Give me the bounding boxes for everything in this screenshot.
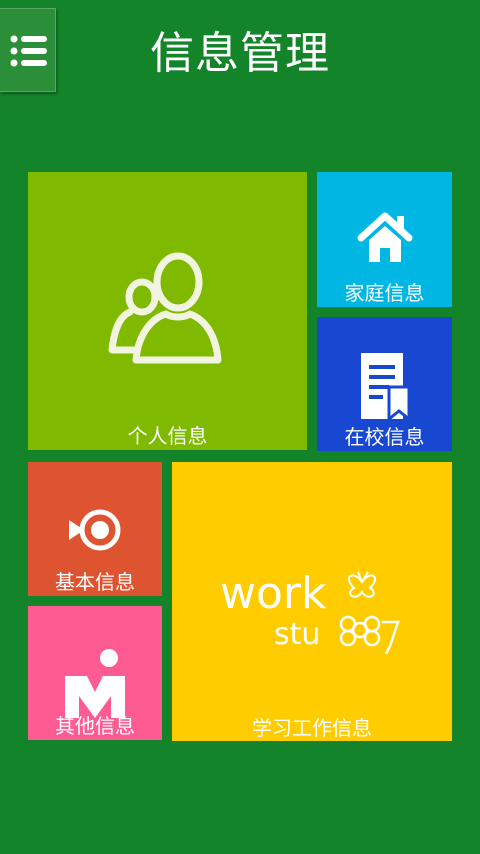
- tile-basic-info[interactable]: 基本信息: [28, 462, 162, 596]
- butterfly-icon: [348, 571, 376, 598]
- tile-study-work-info[interactable]: work stu 学习工作信息: [172, 462, 452, 741]
- logo-text-work: work: [220, 568, 327, 619]
- document-bookmark-icon: [361, 353, 411, 421]
- target-arrow-icon: [69, 509, 121, 551]
- tile-school-info[interactable]: 在校信息: [317, 317, 452, 451]
- tile-family-info[interactable]: 家庭信息: [317, 172, 452, 307]
- tile-personal-info[interactable]: 个人信息: [28, 172, 307, 450]
- user-m-icon: [65, 649, 125, 718]
- tile-label: 基本信息: [55, 570, 135, 594]
- tile-label: 家庭信息: [344, 281, 425, 305]
- work-study-logo: work stu: [220, 568, 400, 655]
- tile-label: 学习工作信息: [252, 716, 372, 740]
- page-title: 信息管理: [150, 28, 330, 79]
- users-icon: [108, 252, 222, 364]
- home-icon: [357, 212, 413, 262]
- tile-label: 其他信息: [55, 714, 135, 738]
- tile-other-info[interactable]: 其他信息: [28, 606, 162, 740]
- flower-icon: [339, 615, 400, 655]
- logo-text-study: stu: [274, 617, 320, 652]
- tile-label: 在校信息: [344, 425, 425, 449]
- tile-label: 个人信息: [127, 424, 208, 448]
